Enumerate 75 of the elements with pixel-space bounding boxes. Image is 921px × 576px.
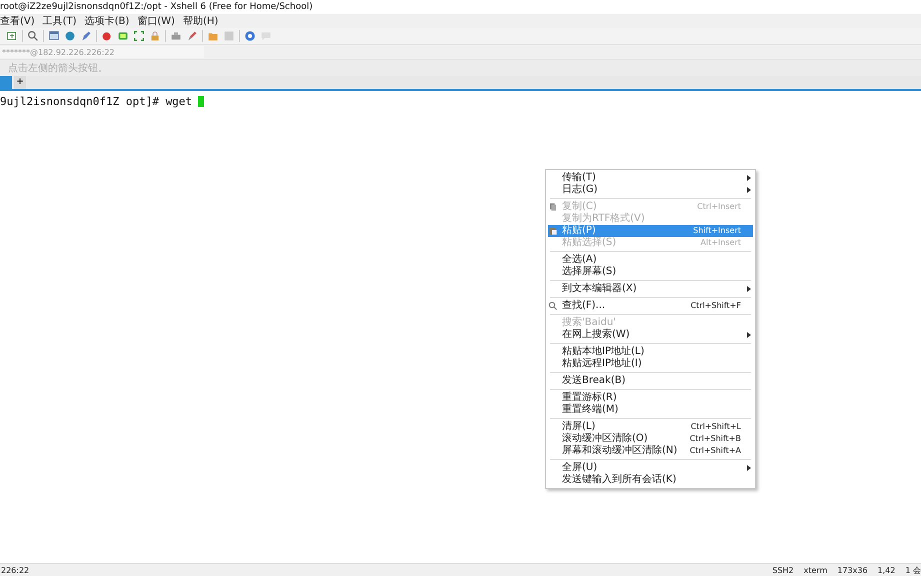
context-menu-item[interactable]: 发送键输入到所有会话(K) xyxy=(548,474,753,486)
menu-item-label: 在网上搜索(W) xyxy=(562,329,630,341)
menu-item-label: 搜索'Baidu' xyxy=(562,317,616,328)
menu-item-label: 查找(F)... xyxy=(562,300,606,312)
menu-item-label: 选择屏幕(S) xyxy=(562,266,616,278)
hint-text: 点击左侧的箭头按钮。 xyxy=(8,62,108,75)
status-text: 173x36 xyxy=(837,566,868,574)
menu-item-label: 发送Break(B) xyxy=(562,375,626,387)
brush-icon[interactable] xyxy=(186,30,198,42)
menu-item-label: 全选(A) xyxy=(562,254,597,266)
shortcut-text: Ctrl+Insert xyxy=(696,201,741,213)
context-menu-item[interactable]: 粘贴远程IP地址(I) xyxy=(548,358,753,370)
status-text: SSH2 xyxy=(772,566,794,574)
menu-item-label: 粘贴本地IP地址(L) xyxy=(562,346,644,358)
copy-icon xyxy=(548,202,558,212)
window-icon[interactable] xyxy=(48,30,60,42)
menu-item-label: 清屏(L) xyxy=(562,421,596,432)
paste-icon xyxy=(548,226,558,236)
context-menu-item[interactable]: 传输(T) xyxy=(548,172,753,184)
menu-item-label: 重置游标(R) xyxy=(562,392,617,404)
context-menu-item[interactable]: 到文本编辑器(X) xyxy=(548,283,753,295)
context-menu-item[interactable]: 全屏(U) xyxy=(548,462,753,474)
menu-item-label: 粘贴远程IP地址(I) xyxy=(562,358,642,370)
context-menu-item[interactable]: 重置终端(M) xyxy=(548,404,753,416)
context-menu-item[interactable]: 屏幕和滚动缓冲区清除(N) Ctrl+Shift+A xyxy=(548,445,753,457)
new-session-icon[interactable] xyxy=(6,30,18,42)
terminal-icon[interactable] xyxy=(117,30,129,42)
menu-item-label: 重置终端(M) xyxy=(562,404,618,416)
shortcut-text: Shift+Insert xyxy=(692,225,741,237)
context-menu-item[interactable]: 粘贴本地IP地址(L) xyxy=(548,346,753,358)
status-text: 1 会 xyxy=(905,564,921,576)
search-icon[interactable] xyxy=(27,30,39,42)
menu-item-label: 屏幕和滚动缓冲区清除(N) xyxy=(562,445,678,457)
menu-item-label: 日志(G) xyxy=(562,184,598,196)
search-icon xyxy=(548,301,558,311)
menu-item[interactable]: 选项卡(B) xyxy=(84,14,130,28)
menu-item-label: 粘贴(P) xyxy=(562,225,596,236)
shortcut-text: Ctrl+Shift+F xyxy=(690,300,741,312)
folder-icon[interactable] xyxy=(207,30,219,42)
status-text: 226:22 xyxy=(0,566,30,574)
context-menu-item[interactable]: 滚动缓冲区清除(O) Ctrl+Shift+B xyxy=(548,433,753,445)
context-menu-item[interactable]: 重置游标(R) xyxy=(548,392,753,404)
lock-icon[interactable] xyxy=(149,30,161,42)
context-menu-item[interactable]: 发送Break(B) xyxy=(548,375,753,387)
menu-item[interactable]: 窗口(W) xyxy=(137,14,175,28)
shortcut-text: Ctrl+Shift+B xyxy=(688,433,741,445)
context-menu-item[interactable]: 全选(A) xyxy=(548,254,753,266)
window-title: root@iZ2ze9ujl2isnonsdqn0f1Z:/opt - Xshell 6 (Free for Home/School) xyxy=(0,2,313,12)
menu-item[interactable]: 帮助(H) xyxy=(182,14,218,28)
fullscreen-icon[interactable] xyxy=(133,30,145,42)
shortcut-text: Ctrl+Shift+A xyxy=(688,445,741,457)
menu-item[interactable]: 工具(T) xyxy=(42,14,77,28)
menu-item-label: 全屏(U) xyxy=(562,462,598,474)
shortcut-text: Alt+Insert xyxy=(700,237,741,249)
terminal-line: 9ujl2isnonsdqn0f1Z opt]# wget xyxy=(0,94,192,108)
context-menu-item[interactable]: 清屏(L) Ctrl+Shift+L xyxy=(548,421,753,433)
status-text: xterm xyxy=(804,566,828,574)
context-menu-item[interactable]: 在网上搜索(W) xyxy=(548,329,753,341)
menu-item-label: 传输(T) xyxy=(562,172,596,184)
help-icon[interactable] xyxy=(244,30,256,42)
menu-item-label: 到文本编辑器(X) xyxy=(562,283,637,295)
menu-item-label: 复制为RTF格式(V) xyxy=(562,213,645,225)
menu-item-label: 滚动缓冲区清除(O) xyxy=(562,433,648,444)
new-tab-button[interactable]: + xyxy=(14,76,26,89)
menu-item-label: 粘贴选择(S) xyxy=(562,237,616,249)
text-cursor xyxy=(198,96,204,106)
menu-item-label: 发送键输入到所有会话(K) xyxy=(562,474,676,486)
menu-item-label: 复制(C) xyxy=(562,201,597,212)
menu-item[interactable]: 查看(V) xyxy=(0,14,35,28)
context-menu-item[interactable]: 日志(G) xyxy=(548,184,753,196)
context-menu-item[interactable]: 查找(F)... Ctrl+Shift+F xyxy=(548,300,753,312)
context-menu-item[interactable]: 选择屏幕(S) xyxy=(548,266,753,278)
pen-icon[interactable] xyxy=(80,30,92,42)
status-text: 1,42 xyxy=(878,566,896,574)
shortcut-text: Ctrl+Shift+L xyxy=(690,421,741,433)
